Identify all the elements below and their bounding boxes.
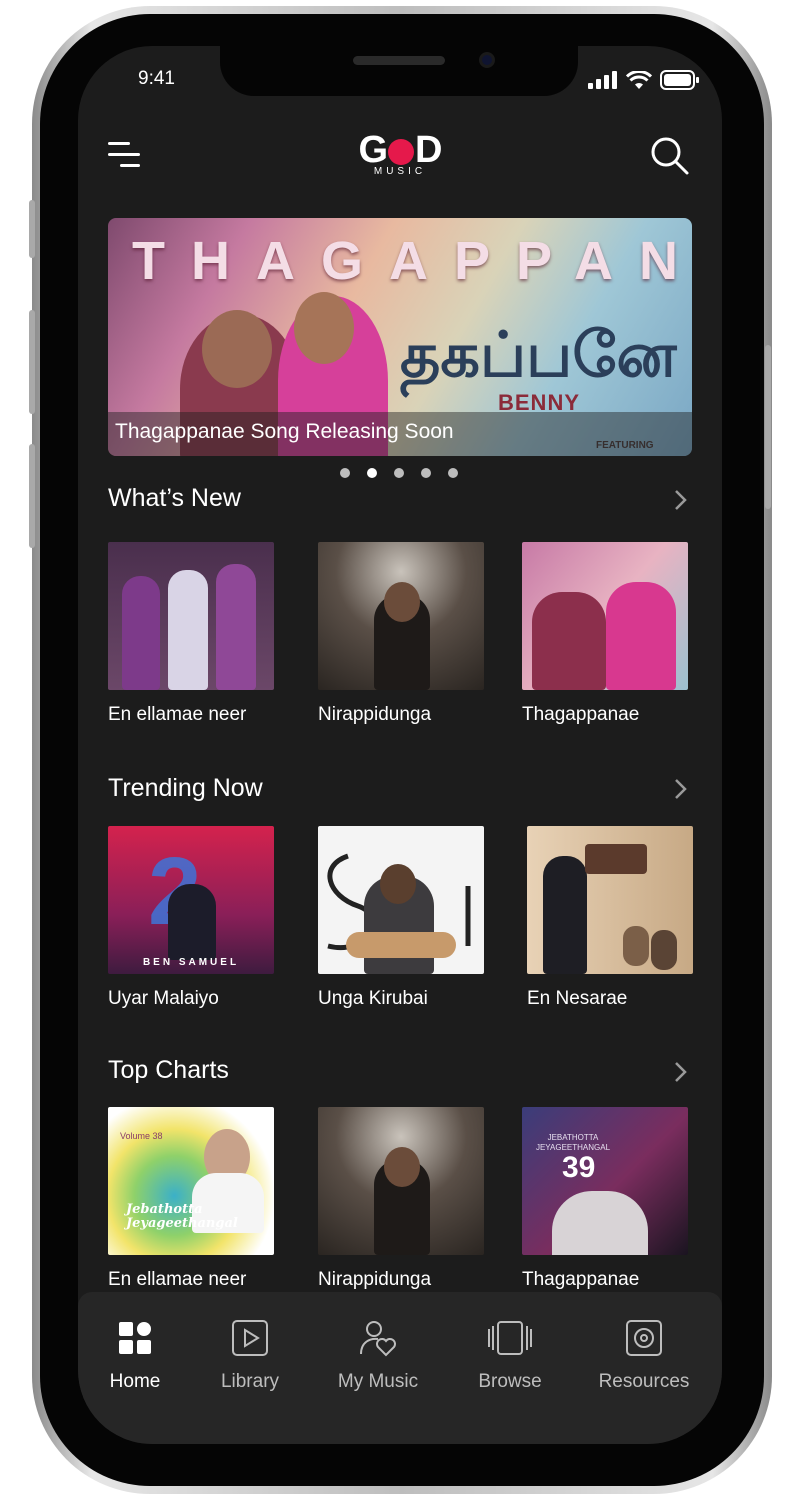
song-card[interactable]: Nirappidunga xyxy=(318,542,484,726)
disc-square-icon xyxy=(626,1320,662,1356)
banner-tamil-title: தகப்பனே xyxy=(400,318,677,391)
app-logo: GD MUSIC xyxy=(344,130,456,184)
tab-my-music[interactable]: My Music xyxy=(318,1318,438,1393)
tab-browse[interactable]: Browse xyxy=(450,1318,570,1393)
cover-art: Volume 38 Jebathotta Jeyageethangal xyxy=(108,1107,274,1255)
song-title: Thagappanae xyxy=(522,704,640,725)
menu-icon[interactable] xyxy=(108,138,142,172)
battery-icon xyxy=(660,70,699,90)
speaker-grille xyxy=(353,56,445,65)
song-title: En Nesarae xyxy=(527,988,628,1009)
volume-up-button xyxy=(29,310,35,414)
cover-art xyxy=(318,1107,484,1255)
section-title-trending-now: Trending Now xyxy=(108,774,263,802)
song-title: Unga Kirubai xyxy=(318,988,428,1009)
volume-down-button xyxy=(29,444,35,548)
trending-chevron-right-icon[interactable] xyxy=(670,777,690,801)
song-card[interactable]: En ellamae neer xyxy=(108,542,274,726)
song-card[interactable]: En Nesarae xyxy=(527,826,693,1010)
grid-icon xyxy=(119,1322,151,1354)
song-title: En ellamae neer xyxy=(108,704,247,725)
tab-label: Library xyxy=(220,1371,280,1392)
carousel-dot[interactable] xyxy=(394,468,404,478)
play-square-icon xyxy=(232,1320,268,1356)
carousel-dot[interactable] xyxy=(421,468,431,478)
app-screen: 9:41 GD MUSIC THAGAPPANAE xyxy=(78,46,722,1444)
cover-volume: 39 xyxy=(562,1151,596,1184)
cover-art xyxy=(527,826,693,974)
cover-art xyxy=(522,542,688,690)
tab-bar: Home Library My Music Browse Resources xyxy=(78,1292,722,1444)
song-card[interactable]: JEBATHOTTA JEYAGEETHANGAL 39 Thagappanae xyxy=(522,1107,688,1291)
tab-label: Browse xyxy=(478,1371,542,1392)
song-card[interactable]: 2 BEN SAMUEL Uyar Malaiyo xyxy=(108,826,274,1010)
cover-art xyxy=(318,542,484,690)
carousel-icon xyxy=(488,1321,532,1355)
cover-text: Jebathotta Jeyageethangal xyxy=(126,1202,238,1231)
cover-text: BEN SAMUEL xyxy=(142,957,240,968)
cover-art: JEBATHOTTA JEYAGEETHANGAL 39 xyxy=(522,1107,688,1255)
song-card[interactable]: Unga Kirubai xyxy=(318,826,484,1010)
section-title-top-charts: Top Charts xyxy=(108,1056,229,1084)
whats-new-chevron-right-icon[interactable] xyxy=(670,488,690,512)
song-card[interactable]: Nirappidunga xyxy=(318,1107,484,1291)
status-time: 9:41 xyxy=(138,68,175,89)
featured-banner[interactable]: THAGAPPANAE தகப்பனே BENNY FEATURING Thag… xyxy=(108,218,692,456)
banner-face-2 xyxy=(294,292,354,364)
song-title: Nirappidunga xyxy=(318,1269,432,1290)
banner-caption: Thagappanae Song Releasing Soon xyxy=(108,412,692,456)
banner-headline: THAGAPPANAE xyxy=(132,231,692,291)
tab-library[interactable]: Library xyxy=(190,1318,310,1393)
top-charts-chevron-right-icon[interactable] xyxy=(670,1060,690,1084)
cover-art xyxy=(318,826,484,974)
cover-volume: Volume 38 xyxy=(120,1131,163,1141)
carousel-dot[interactable] xyxy=(448,468,458,478)
tab-resources[interactable]: Resources xyxy=(584,1318,704,1393)
wifi-icon xyxy=(626,70,652,89)
search-icon[interactable] xyxy=(650,136,690,176)
cover-art: 2 BEN SAMUEL xyxy=(108,826,274,974)
cover-text: JEBATHOTTA JEYAGEETHANGAL xyxy=(535,1133,611,1152)
tab-label: Home xyxy=(109,1371,161,1392)
tab-home[interactable]: Home xyxy=(78,1318,195,1393)
power-button xyxy=(765,345,771,509)
logo-dot-icon xyxy=(388,139,415,165)
cover-art xyxy=(108,542,274,690)
song-title: Thagappanae xyxy=(522,1269,640,1290)
signal-icon xyxy=(588,71,617,89)
carousel-dot[interactable] xyxy=(340,468,350,478)
banner-face-1 xyxy=(202,310,272,388)
carousel-dot-active[interactable] xyxy=(367,468,377,478)
song-title: En ellamae neer xyxy=(108,1269,247,1290)
song-card[interactable]: Thagappanae xyxy=(522,542,688,726)
mute-switch xyxy=(29,200,35,258)
status-icons xyxy=(588,70,700,90)
carousel-dots xyxy=(340,468,458,478)
notch xyxy=(220,46,578,96)
song-title: Uyar Malaiyo xyxy=(108,988,219,1009)
song-title: Nirappidunga xyxy=(318,704,432,725)
front-camera xyxy=(479,52,495,68)
section-title-whats-new: What’s New xyxy=(108,484,241,512)
tab-label: Resources xyxy=(598,1371,690,1392)
song-card[interactable]: Volume 38 Jebathotta Jeyageethangal En e… xyxy=(108,1107,274,1291)
tab-label: My Music xyxy=(337,1371,419,1392)
user-heart-icon xyxy=(360,1321,396,1357)
